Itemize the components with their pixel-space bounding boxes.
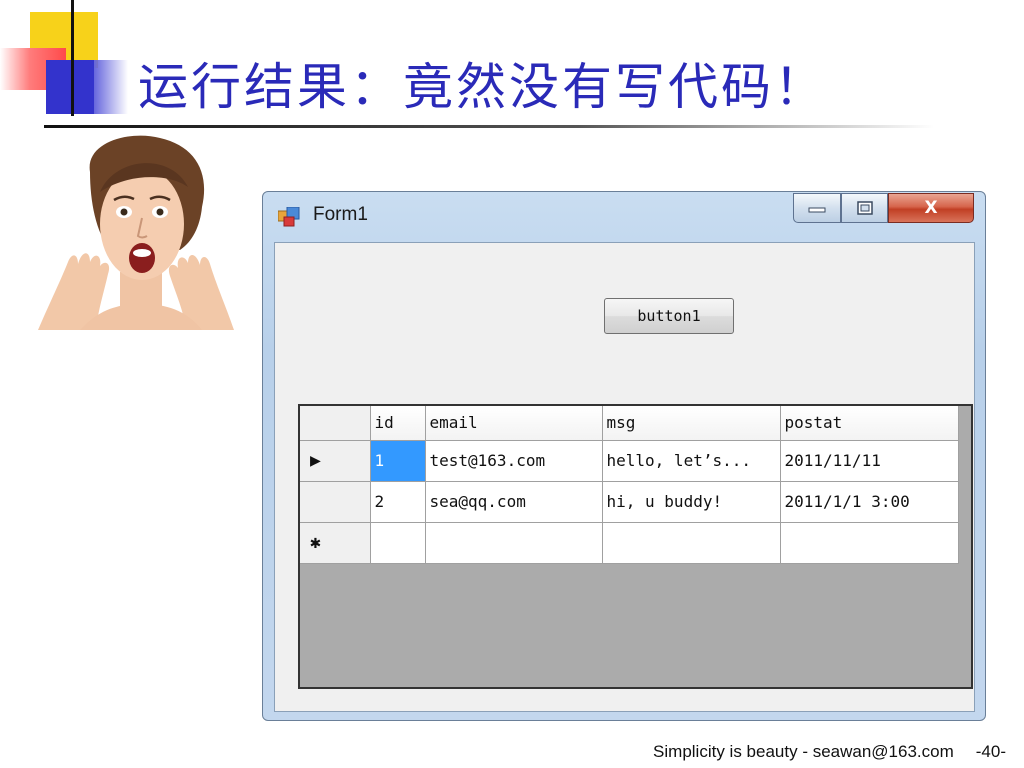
form-client-area: button1 id email msg postat ▶ 1 test@163… — [274, 242, 975, 712]
title-deco-blue-square — [46, 60, 94, 114]
form1-window: Form1 X button1 id email msg postat ▶ 1 … — [262, 191, 986, 721]
form-app-icon — [278, 207, 300, 227]
close-button[interactable]: X — [888, 193, 974, 223]
close-icon: X — [924, 198, 938, 218]
cell-postat[interactable] — [780, 522, 959, 564]
column-header-msg[interactable]: msg — [602, 406, 781, 441]
column-header-postat[interactable]: postat — [780, 406, 959, 441]
cell-id[interactable]: 1 — [370, 440, 426, 482]
column-header-email[interactable]: email — [425, 406, 603, 441]
current-row-arrow-icon: ▶ — [310, 450, 321, 471]
table-row[interactable]: ▶ 1 test@163.com hello, let’s... 2011/11… — [300, 440, 959, 482]
footer-text: Simplicity is beauty - seawan@163.com — [653, 742, 954, 761]
grid-header-row: id email msg postat — [300, 406, 959, 441]
slide-title: 运行结果：竟然没有写代码！ — [138, 58, 827, 116]
window-titlebar[interactable]: Form1 X — [263, 192, 985, 242]
grid-table: id email msg postat ▶ 1 test@163.com hel… — [300, 406, 959, 564]
cell-id[interactable] — [370, 522, 426, 564]
title-underline — [44, 125, 934, 128]
cell-email[interactable] — [425, 522, 603, 564]
grid-corner-header[interactable] — [300, 406, 371, 441]
button1[interactable]: button1 — [604, 298, 734, 334]
maximize-button[interactable] — [841, 193, 888, 223]
column-header-id[interactable]: id — [370, 406, 426, 441]
minimize-button[interactable] — [793, 193, 841, 223]
slide-footer: Simplicity is beauty - seawan@163.com -40… — [653, 742, 1006, 762]
cell-msg[interactable] — [602, 522, 781, 564]
row-header-current[interactable]: ▶ — [300, 440, 371, 482]
cell-email[interactable]: test@163.com — [425, 440, 603, 482]
cell-postat[interactable]: 2011/11/11 — [780, 440, 959, 482]
cell-id[interactable]: 2 — [370, 481, 426, 523]
table-row-new[interactable]: ✱ — [300, 522, 959, 564]
maximize-icon — [856, 201, 873, 215]
data-grid-view[interactable]: id email msg postat ▶ 1 test@163.com hel… — [298, 404, 973, 689]
window-title: Form1 — [313, 204, 368, 225]
cell-postat[interactable]: 2011/1/1 3:00 — [780, 481, 959, 523]
page-number: -40- — [975, 742, 1006, 761]
row-header[interactable] — [300, 481, 371, 523]
minimize-icon — [808, 207, 826, 213]
title-deco-blue-fade — [94, 60, 128, 114]
cell-email[interactable]: sea@qq.com — [425, 481, 603, 523]
surprised-woman-image — [38, 135, 234, 330]
cell-msg[interactable]: hi, u buddy! — [602, 481, 781, 523]
new-row-asterisk-icon: ✱ — [310, 532, 321, 553]
row-header-new[interactable]: ✱ — [300, 522, 371, 564]
cell-msg[interactable]: hello, let’s... — [602, 440, 781, 482]
title-deco-vertical-line — [71, 0, 74, 116]
table-row[interactable]: 2 sea@qq.com hi, u buddy! 2011/1/1 3:00 — [300, 481, 959, 523]
